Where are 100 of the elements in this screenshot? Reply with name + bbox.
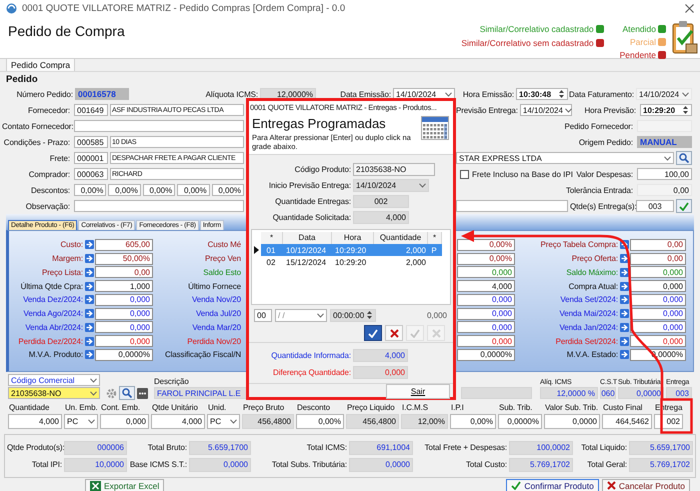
x-icon [432, 328, 440, 338]
input-field[interactable]: 100,00 [637, 168, 692, 180]
field-label: Preço Ven [204, 254, 242, 264]
input-field[interactable]: 000001 [74, 152, 108, 164]
arrow-right-icon[interactable] [620, 268, 629, 277]
input-field[interactable]: 0,00 [637, 184, 692, 196]
table-cell-text: 2,000 [404, 246, 427, 254]
input-field[interactable]: 001649 [74, 104, 108, 116]
input-field[interactable]: 0,00% [177, 184, 210, 196]
input-field[interactable]: 0,00% [296, 414, 344, 429]
time-field[interactable]: 10:29:20 [640, 104, 692, 116]
input-field[interactable]: 4,000 [151, 414, 205, 429]
field-label: Condições - Prazo: [2, 138, 71, 146]
dropdown-field[interactable]: 21035638-NO [8, 387, 100, 399]
arrow-right-icon[interactable] [85, 282, 94, 291]
input-field[interactable]: 0,00% [142, 184, 176, 196]
arrow-right-icon[interactable] [620, 309, 629, 318]
column-header[interactable]: Data [283, 232, 332, 244]
column-header[interactable]: Hora [332, 232, 374, 244]
input-field[interactable]: 0,0000 [544, 414, 600, 429]
date-field[interactable]: 14/10/2024 [636, 88, 692, 100]
arrow-right-icon[interactable] [85, 240, 94, 250]
checkbox[interactable] [460, 170, 469, 178]
field-label: M.V.A. Produto: [28, 350, 84, 360]
tab[interactable]: Pedido Compra [6, 58, 76, 71]
input-field[interactable]: 4,000 [8, 414, 62, 429]
input-field[interactable]: 000585 [74, 136, 108, 148]
more-icon[interactable] [137, 388, 148, 398]
input-field[interactable]: 464,5462 [602, 414, 652, 429]
field-label: Origem Pedido: [578, 138, 634, 146]
date-field[interactable]: 14/10/2024 [353, 178, 429, 192]
readonly-field: 10,0000 [64, 458, 127, 472]
arrow-right-icon[interactable] [85, 322, 94, 332]
input-field[interactable] [456, 200, 568, 212]
time-field[interactable]: 10:30:48 [516, 88, 568, 100]
date-field[interactable]: / / [275, 308, 327, 322]
check-icon [511, 481, 522, 490]
spin-buttons-icon[interactable] [558, 89, 565, 99]
table-row[interactable]: 02 15/12/2024 10:29:20 2,000 [261, 256, 442, 268]
readonly-field: 0,000 [95, 321, 153, 334]
field-label: Código Produto: [294, 164, 352, 174]
input-field[interactable]: 0,00% [74, 184, 106, 196]
exit-button[interactable]: Sair [386, 384, 450, 399]
input-field[interactable]: 0,00% [450, 414, 496, 429]
arrow-right-icon[interactable] [85, 254, 94, 264]
table-cell-text: 10/12/2024 [285, 246, 328, 254]
time-field[interactable]: 00:00:00 [330, 308, 376, 322]
spreadsheet-icon [90, 480, 101, 490]
dropdown-field[interactable]: STAR EXPRESS LTDA [456, 152, 674, 164]
input-field[interactable]: 00 [254, 308, 272, 322]
arrow-right-icon[interactable] [620, 295, 629, 304]
field-label: Total Liquido: [580, 443, 628, 452]
field-label: Venda Dez/2024: [22, 295, 84, 304]
arrow-right-icon[interactable] [620, 322, 629, 332]
confirm-button[interactable] [364, 325, 382, 341]
arrow-right-icon[interactable] [85, 295, 94, 304]
arrow-right-icon[interactable] [85, 309, 94, 318]
arrow-right-icon[interactable] [85, 336, 94, 346]
input-field[interactable]: 002 [654, 414, 683, 429]
button[interactable]: Confirmar Produto [506, 478, 599, 491]
dropdown-field[interactable]: PC [207, 414, 240, 429]
input-field[interactable] [74, 200, 244, 212]
input-field[interactable]: 000063 [74, 168, 108, 180]
dropdown-field[interactable]: Código Comercial [8, 374, 100, 386]
search-button[interactable] [119, 386, 135, 400]
search-button[interactable] [676, 151, 692, 165]
input-field[interactable] [74, 120, 244, 132]
field-label: Qtde(s) Entrega(s): [570, 202, 634, 210]
readonly-field: 12,00% [401, 414, 448, 429]
arrow-right-icon[interactable] [620, 350, 629, 360]
button[interactable]: Cancelar Produto [602, 478, 690, 491]
arrow-right-icon[interactable] [85, 268, 94, 277]
spin-buttons-icon[interactable] [366, 310, 374, 320]
date-field[interactable]: 14/10/2024 [520, 104, 572, 116]
input-field[interactable]: 0,00% [108, 184, 141, 196]
field-label: Fornecedor: [26, 106, 71, 114]
arrow-right-icon[interactable] [620, 282, 629, 291]
input-field[interactable]: 0,000 [100, 414, 149, 429]
column-header[interactable]: * [261, 232, 283, 244]
input-field[interactable]: 003 [636, 200, 674, 212]
input-field[interactable]: 0,00% [212, 184, 244, 196]
readonly-field: 5.769,1702 [629, 458, 693, 472]
table-cell-text: 01 [266, 246, 276, 254]
arrow-right-icon[interactable] [85, 350, 94, 360]
field-label: Data Faturamento: [568, 90, 635, 98]
close-icon[interactable] [685, 4, 694, 13]
field-label: Alíquota ICMS: [205, 90, 259, 98]
readonly-field: 0,00 [95, 266, 153, 278]
cancel-button[interactable] [385, 325, 403, 341]
dropdown-field[interactable]: PC [64, 414, 98, 429]
input-field[interactable]: 0,0000% [498, 414, 542, 429]
button[interactable]: Exportar Excel [85, 478, 164, 491]
gear-icon[interactable] [106, 388, 117, 398]
spin-buttons-icon[interactable] [682, 105, 689, 115]
arrow-right-icon[interactable] [620, 336, 629, 346]
readonly-field: 4,000 [353, 210, 409, 224]
column-header[interactable]: Quantidade [374, 232, 428, 244]
caret-icon [445, 92, 452, 96]
input-field[interactable]: 21035638-NO [353, 162, 435, 176]
column-header[interactable]: * [428, 232, 442, 244]
